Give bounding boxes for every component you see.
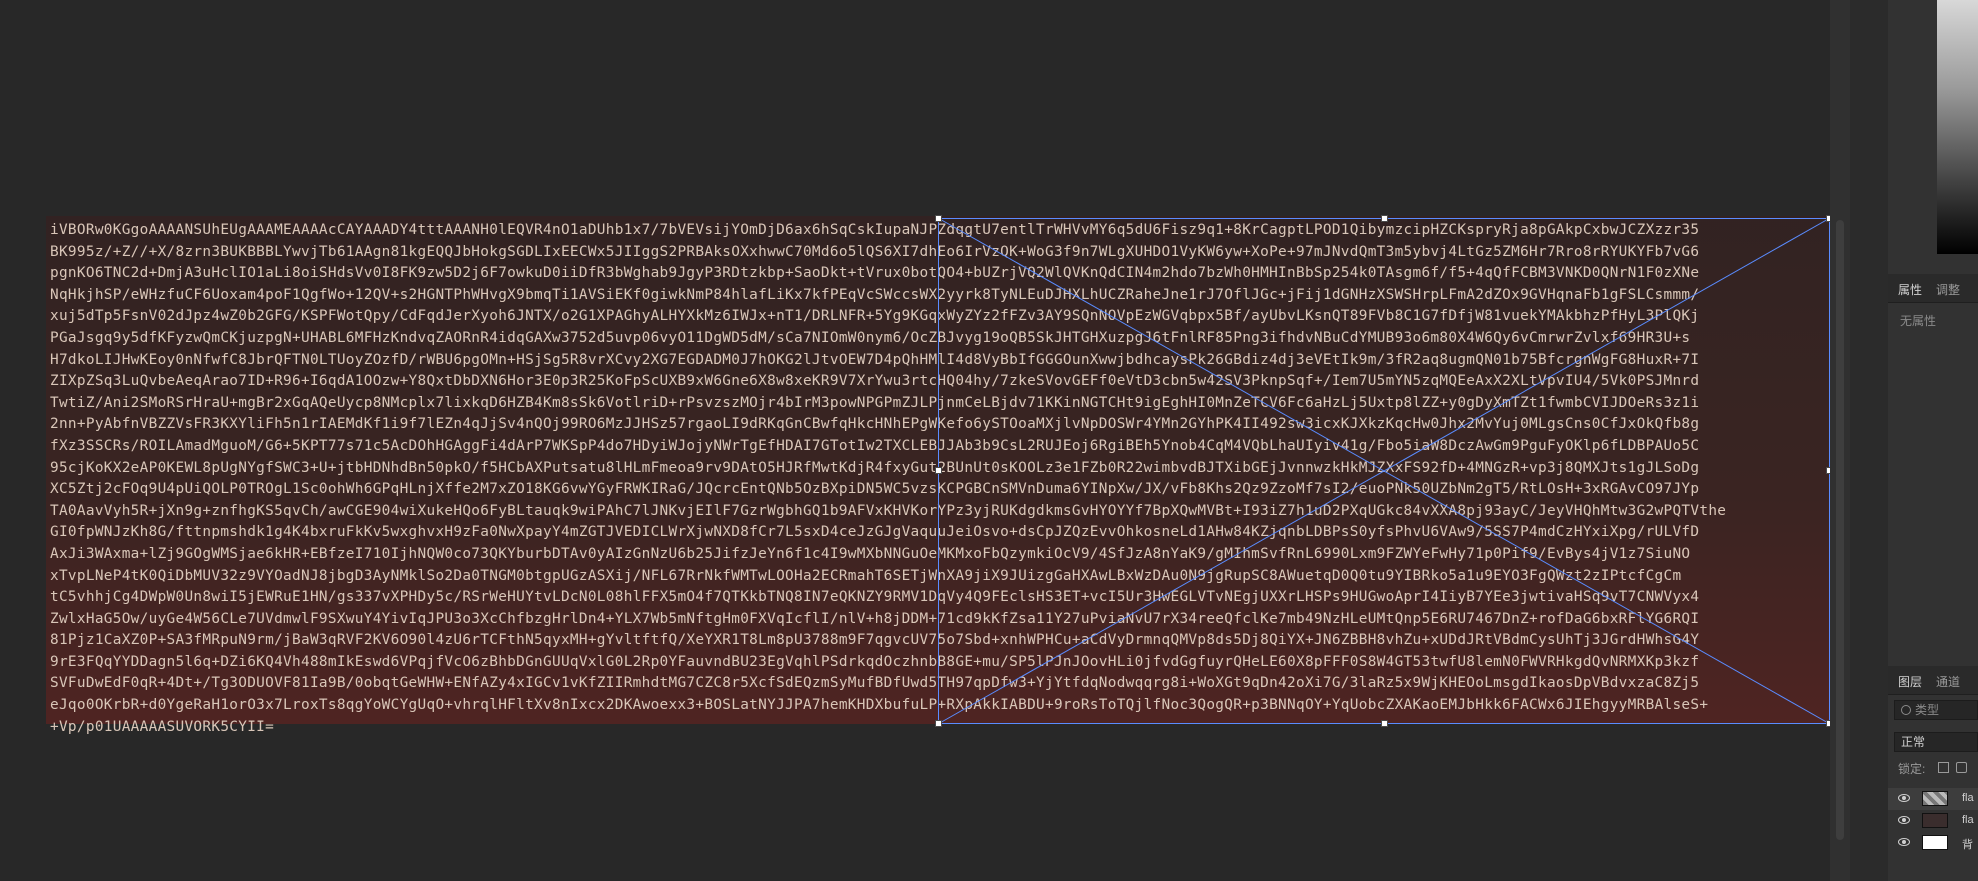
canvas-vertical-scrollbar[interactable] — [1830, 0, 1850, 881]
lock-transparent-pixels-icon[interactable] — [1938, 762, 1949, 773]
layer-filter-kind-label: 类型 — [1915, 703, 1940, 717]
lock-row: 锁定: — [1898, 760, 1967, 777]
scrollbar-thumb[interactable] — [1836, 220, 1844, 840]
layer-row[interactable]: fla — [1888, 810, 1978, 832]
tab-channels[interactable]: 通道 — [1936, 673, 1960, 690]
search-icon — [1901, 705, 1911, 715]
blend-mode-label: 正常 — [1901, 735, 1926, 749]
transform-handle-top-center[interactable] — [1381, 215, 1388, 222]
layer-name: fla — [1962, 814, 1974, 826]
tab-properties[interactable]: 属性 — [1898, 281, 1922, 298]
eye-icon[interactable] — [1898, 838, 1910, 846]
color-picker-gradient[interactable] — [1937, 0, 1978, 254]
transform-handle-bottom-center[interactable] — [1381, 720, 1388, 727]
eye-icon[interactable] — [1898, 794, 1910, 802]
transform-cross-lines — [937, 217, 1831, 725]
layer-row[interactable]: 背 — [1888, 832, 1978, 854]
layer-filter-kind-select[interactable]: 类型 — [1894, 700, 1978, 720]
layer-row[interactable]: fla — [1888, 788, 1978, 810]
layer-thumbnail — [1922, 791, 1948, 806]
eye-icon[interactable] — [1898, 816, 1910, 824]
layer-thumbnail — [1922, 835, 1948, 850]
layer-thumbnail — [1922, 813, 1948, 828]
transform-handle-bottom-left[interactable] — [935, 720, 942, 727]
layer-name: 背 — [1962, 839, 1973, 851]
no-properties-label: 无属性 — [1900, 314, 1937, 328]
transform-handle-middle-left[interactable] — [935, 467, 942, 474]
lock-image-pixels-icon[interactable] — [1956, 762, 1967, 773]
layer-name: fla — [1962, 792, 1974, 804]
lock-label: 锁定: — [1898, 762, 1926, 776]
transform-handle-top-left[interactable] — [935, 215, 942, 222]
tab-layers[interactable]: 图层 — [1898, 673, 1922, 690]
tab-adjustments[interactable]: 调整 — [1936, 281, 1960, 298]
canvas-area[interactable]: iVBORw0KGgoAAAANSUhEUgAAAMEAAAAcCAYAAADY… — [0, 0, 1833, 881]
blend-mode-select[interactable]: 正常 — [1894, 732, 1978, 752]
panel-icon-strip — [1850, 0, 1888, 881]
